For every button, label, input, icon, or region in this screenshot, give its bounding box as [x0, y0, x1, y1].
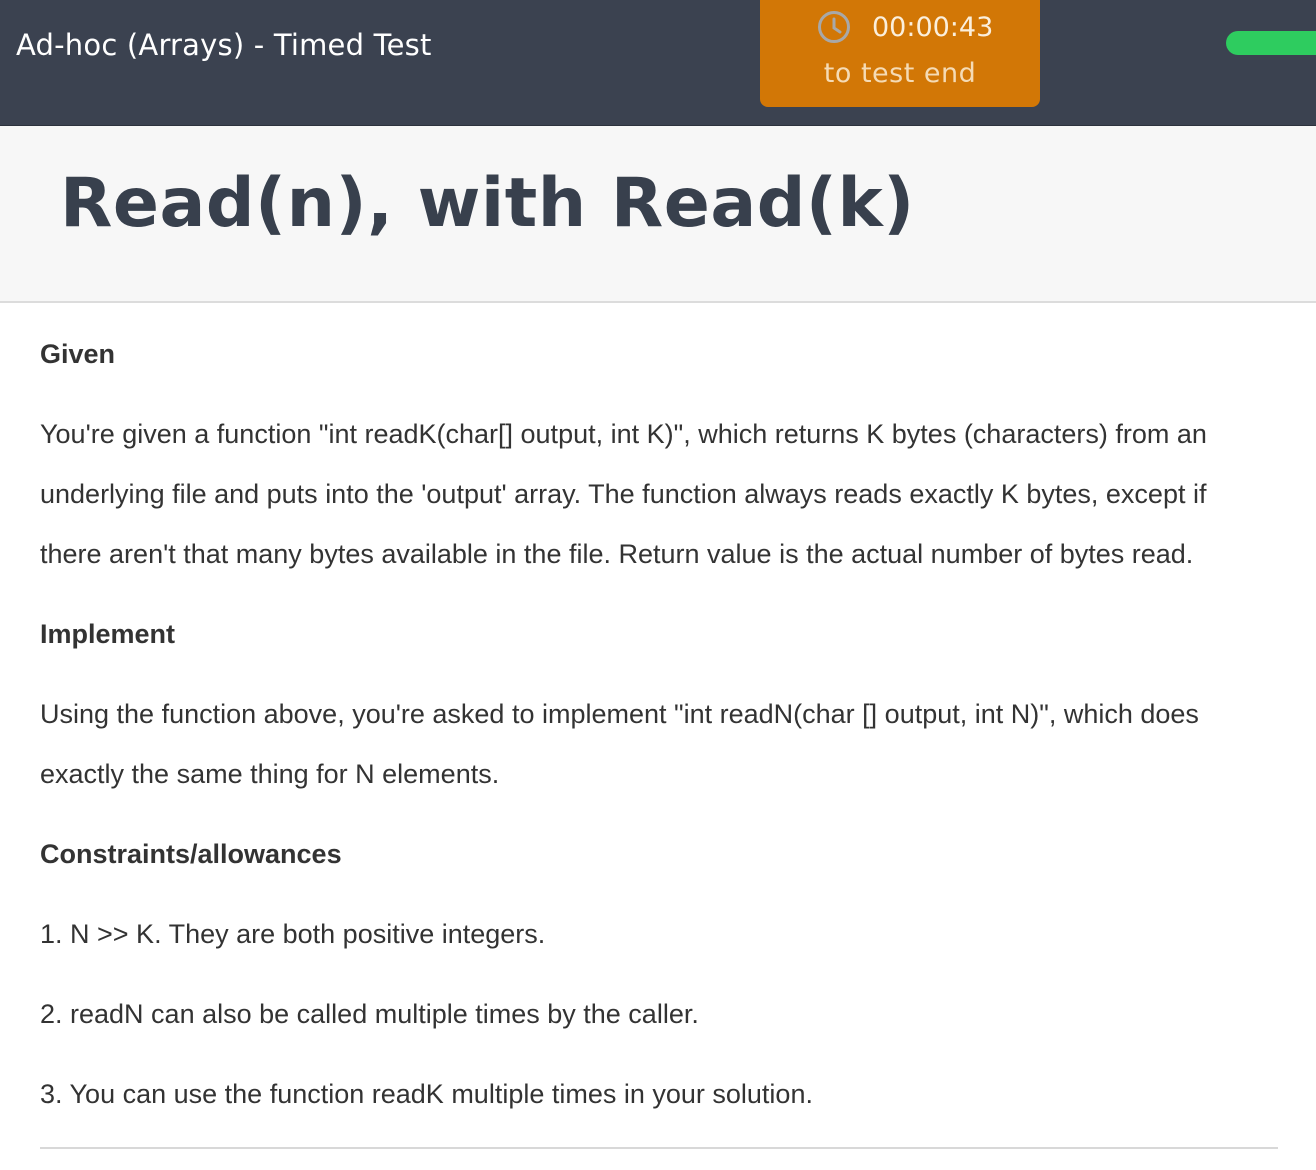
timer-label: to test end — [823, 58, 977, 89]
problem-header: Read(n), with Read(k) — [0, 126, 1316, 303]
problem-title: Read(n), with Read(k) — [60, 164, 915, 243]
top-bar: Ad-hoc (Arrays) - Timed Test 00:00:43 to… — [0, 0, 1316, 126]
progress-indicator — [1226, 31, 1316, 55]
section-heading-given: Given — [40, 339, 116, 369]
implement-line: exactly the same thing for N elements. — [40, 759, 500, 789]
given-line: underlying file and puts into the 'outpu… — [40, 479, 1207, 509]
given-line: You're given a function "int readK(char[… — [40, 419, 1207, 449]
countdown-timer: 00:00:43 to test end — [760, 0, 1040, 107]
clock-icon — [818, 11, 850, 43]
section-heading-implement: Implement — [40, 619, 176, 649]
section-heading-constraints: Constraints/allowances — [40, 839, 342, 869]
test-title: Ad-hoc (Arrays) - Timed Test — [16, 28, 432, 62]
constraint-item: 3. You can use the function readK multip… — [40, 1079, 813, 1109]
content-divider — [40, 1147, 1278, 1149]
timer-time: 00:00:43 — [872, 12, 994, 43]
given-line: there aren't that many bytes available i… — [40, 539, 1194, 569]
constraint-item: 2. readN can also be called multiple tim… — [40, 999, 699, 1029]
constraint-item: 1. N >> K. They are both positive intege… — [40, 919, 546, 949]
implement-line: Using the function above, you're asked t… — [40, 699, 1199, 729]
